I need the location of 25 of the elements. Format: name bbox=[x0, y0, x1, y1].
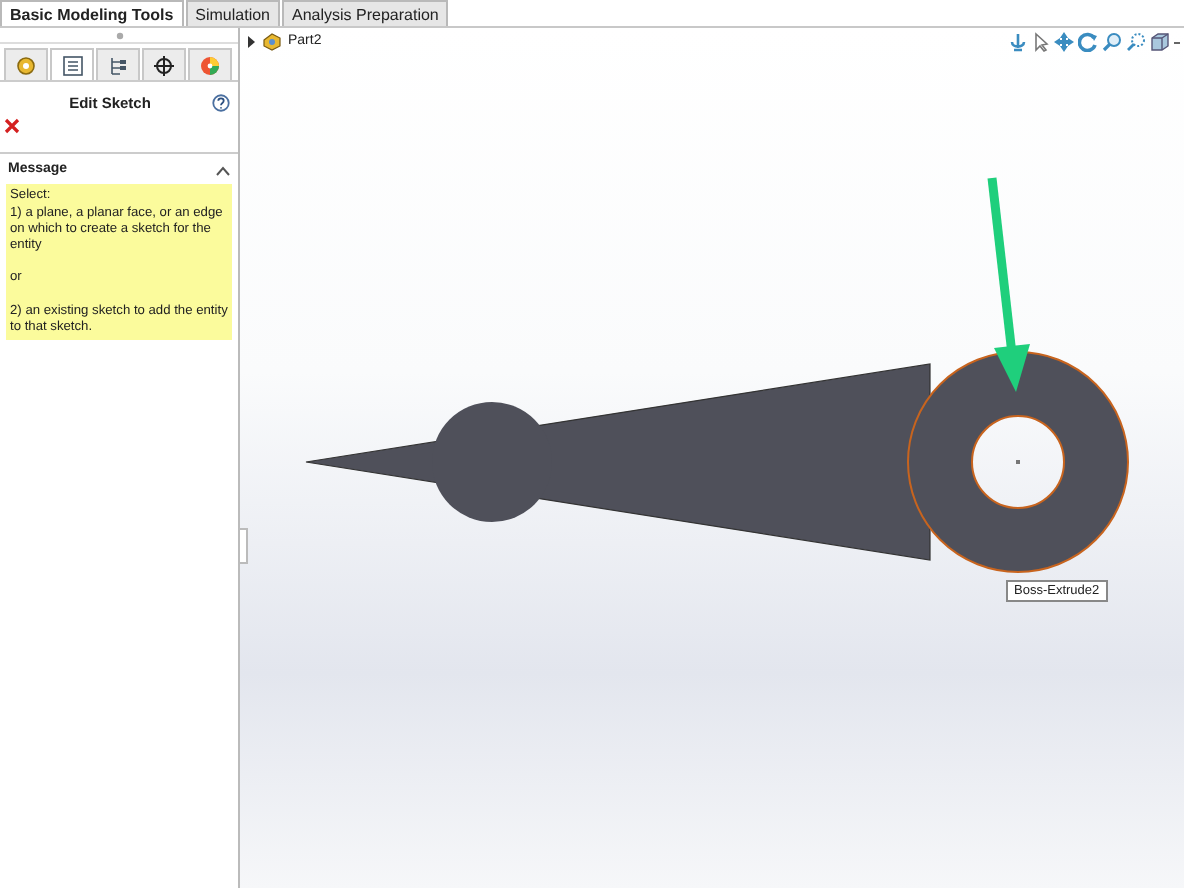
grip-icon[interactable] bbox=[115, 31, 123, 39]
expand-icon[interactable] bbox=[246, 36, 256, 49]
cursor-icon[interactable] bbox=[1032, 32, 1050, 52]
close-icon[interactable] bbox=[3, 118, 20, 135]
help-icon[interactable] bbox=[212, 94, 230, 113]
arrow-icon bbox=[987, 177, 1030, 392]
panel-tab[interactable] bbox=[96, 48, 140, 80]
zoom-area-icon[interactable] bbox=[1126, 32, 1146, 52]
rotate-icon[interactable] bbox=[1078, 32, 1098, 52]
anchor-icon[interactable] bbox=[1008, 32, 1028, 52]
ribbon-tab[interactable]: Analysis Preparation bbox=[282, 0, 449, 26]
ribbon-tab[interactable]: Basic Modeling Tools bbox=[0, 0, 184, 26]
zoom-icon[interactable] bbox=[1102, 32, 1122, 52]
view-cube-icon[interactable] bbox=[1150, 32, 1170, 52]
list-icon bbox=[60, 53, 84, 77]
pan-icon[interactable] bbox=[1054, 32, 1074, 52]
dropdown-icon[interactable] bbox=[1174, 39, 1180, 45]
ribbon-tab[interactable]: Simulation bbox=[185, 0, 280, 26]
caret-icon[interactable] bbox=[216, 165, 230, 175]
crosshair-icon bbox=[152, 53, 176, 77]
panel-tab[interactable] bbox=[142, 48, 186, 80]
part-icon bbox=[262, 32, 282, 53]
tree-icon bbox=[106, 53, 130, 77]
color-wheel-icon bbox=[198, 53, 222, 77]
panel-resize-handle[interactable] bbox=[240, 528, 248, 564]
